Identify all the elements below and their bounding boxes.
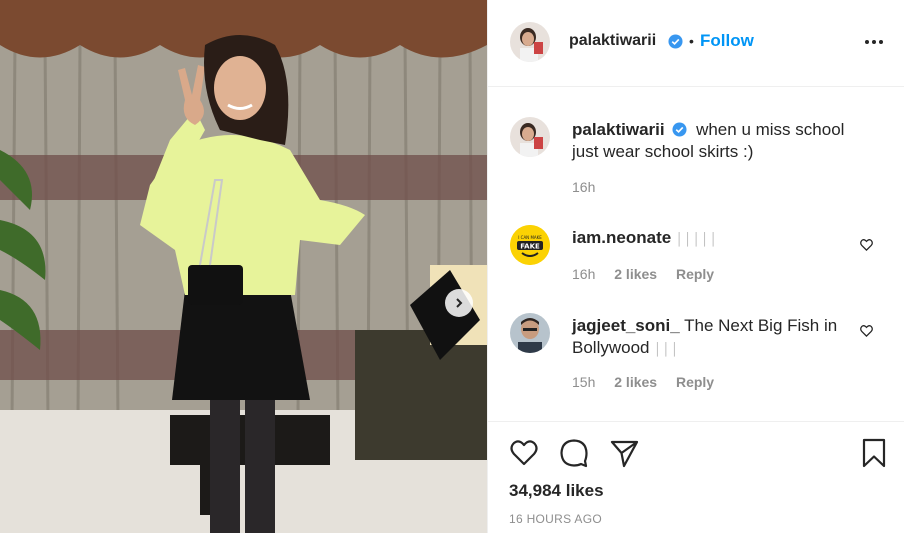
avatar[interactable] bbox=[510, 22, 550, 62]
verified-badge-icon bbox=[672, 122, 687, 137]
more-horizontal-icon bbox=[865, 40, 869, 44]
heart-icon[interactable] bbox=[859, 237, 874, 252]
profile-picture bbox=[510, 22, 550, 62]
caption-username[interactable]: palaktiwarii bbox=[572, 120, 665, 139]
avatar-text-2: FAKE bbox=[520, 243, 540, 251]
reply-button[interactable]: Reply bbox=[676, 266, 714, 282]
comment-text: iam.neonate │││││ bbox=[572, 227, 872, 250]
bookmark-icon[interactable] bbox=[859, 438, 889, 468]
comment-username[interactable]: iam.neonate bbox=[572, 228, 671, 247]
comment-icon[interactable] bbox=[559, 438, 589, 468]
avatar[interactable] bbox=[510, 117, 550, 157]
heart-icon[interactable] bbox=[859, 323, 874, 338]
post-actions: 34,984 likes 16 HOURS AGO bbox=[488, 421, 904, 533]
instagram-post: palaktiwarii • Follow palaktiwarii when … bbox=[0, 0, 904, 533]
profile-picture: I CAN MAKE FAKE bbox=[510, 225, 550, 265]
separator: • bbox=[689, 33, 694, 49]
more-dot bbox=[872, 40, 876, 44]
post-timestamp[interactable]: 16 HOURS AGO bbox=[509, 512, 602, 526]
comment-meta: 16h 2 likes Reply bbox=[572, 266, 729, 282]
comment-text: jagjeet_soni_ The Next Big Fish in Bolly… bbox=[572, 315, 872, 360]
likes-count[interactable]: 34,984 likes bbox=[509, 481, 604, 501]
post-photo[interactable] bbox=[0, 0, 487, 533]
more-options-button[interactable] bbox=[863, 37, 885, 47]
comment-meta: 15h 2 likes Reply bbox=[572, 374, 729, 390]
caption-text: palaktiwarii when u miss school just wea… bbox=[572, 119, 872, 163]
chevron-right-icon bbox=[456, 298, 463, 308]
caption-time[interactable]: 16h bbox=[572, 179, 595, 195]
profile-picture bbox=[510, 313, 550, 353]
username[interactable]: palaktiwarii bbox=[569, 32, 656, 50]
comment-glyphs: │││ bbox=[654, 342, 680, 356]
comment-item: jagjeet_soni_ The Next Big Fish in Bolly… bbox=[488, 313, 904, 393]
comment-time[interactable]: 15h bbox=[572, 374, 595, 390]
photo-illustration bbox=[0, 0, 487, 533]
comment-likes[interactable]: 2 likes bbox=[614, 266, 657, 282]
heart-icon[interactable] bbox=[509, 438, 539, 468]
avatar[interactable] bbox=[510, 313, 550, 353]
next-photo-button[interactable] bbox=[445, 289, 473, 317]
caption: palaktiwarii when u miss school just wea… bbox=[488, 117, 904, 197]
avatar-text-1: I CAN MAKE bbox=[518, 235, 542, 240]
post-side-panel: palaktiwarii • Follow palaktiwarii when … bbox=[487, 0, 904, 533]
post-header: palaktiwarii • Follow bbox=[488, 0, 904, 87]
send-icon[interactable] bbox=[609, 438, 639, 468]
comment-time[interactable]: 16h bbox=[572, 266, 595, 282]
verified-badge-icon bbox=[668, 34, 683, 49]
caption-meta: 16h bbox=[572, 179, 610, 195]
comment-likes[interactable]: 2 likes bbox=[614, 374, 657, 390]
comment-username[interactable]: jagjeet_soni_ bbox=[572, 316, 680, 335]
comment-item: I CAN MAKE FAKE iam.neonate │││││ 16h 2 … bbox=[488, 225, 904, 285]
profile-picture bbox=[510, 117, 550, 157]
more-dot bbox=[879, 40, 883, 44]
follow-button[interactable]: Follow bbox=[700, 31, 754, 51]
avatar[interactable]: I CAN MAKE FAKE bbox=[510, 225, 550, 265]
reply-button[interactable]: Reply bbox=[676, 374, 714, 390]
comment-glyphs: │││││ bbox=[675, 232, 719, 246]
